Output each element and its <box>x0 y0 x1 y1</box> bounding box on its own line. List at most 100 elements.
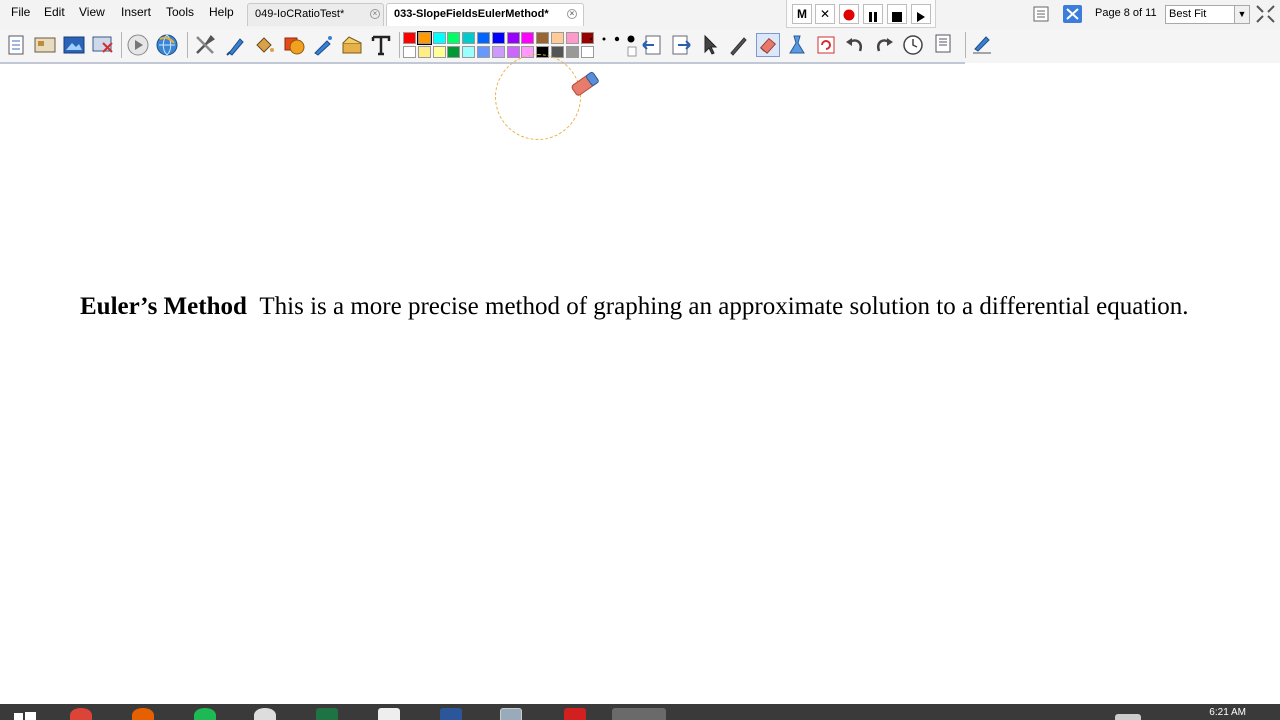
pen-size-icon[interactable] <box>586 34 638 58</box>
color-swatch[interactable] <box>506 32 520 44</box>
zoom-value: Best Fit <box>1169 8 1207 20</box>
menu-help[interactable]: Help <box>209 5 234 19</box>
color-swatch[interactable] <box>403 32 416 44</box>
insert-picture-icon[interactable] <box>62 33 86 57</box>
color-swatch[interactable] <box>551 32 564 44</box>
tool-bar <box>0 29 1280 63</box>
menu-edit[interactable]: Edit <box>44 5 65 19</box>
lesson-text: Euler’s Method This is a more precise me… <box>80 291 1230 323</box>
recording-controls: M ✕ <box>786 0 936 28</box>
close-icon[interactable]: × <box>370 9 380 19</box>
zoom-select[interactable]: Best Fit ▼ <box>1165 5 1250 24</box>
undo-icon[interactable] <box>843 33 867 57</box>
eraser-tool-icon[interactable] <box>756 33 780 57</box>
tab-ioc-ratio-test[interactable]: 049-IoCRatioTest* × <box>247 3 384 26</box>
stop-button[interactable] <box>887 4 907 24</box>
play-button[interactable] <box>911 4 931 24</box>
color-swatch[interactable] <box>477 46 490 58</box>
pdf-icon[interactable] <box>564 708 586 720</box>
select-arrow-icon[interactable] <box>698 33 722 57</box>
color-swatch[interactable] <box>416 31 432 45</box>
color-swatch[interactable] <box>565 46 579 58</box>
menu-tools[interactable]: Tools <box>166 5 194 19</box>
shape-icon[interactable] <box>282 33 306 57</box>
word-icon[interactable] <box>440 708 462 720</box>
record-icon <box>843 9 855 21</box>
color-swatch[interactable] <box>462 32 476 44</box>
next-page-icon[interactable] <box>669 33 693 57</box>
redo-icon[interactable] <box>872 33 896 57</box>
taskbar-clock[interactable]: 6:21 AM <box>1209 707 1246 718</box>
color-swatch[interactable] <box>565 32 579 44</box>
pause-button[interactable] <box>863 4 883 24</box>
fullscreen-icon[interactable] <box>1063 5 1082 23</box>
app-icon[interactable] <box>254 708 276 720</box>
toolbar-divider <box>399 32 400 58</box>
cancel-recording-button[interactable]: ✕ <box>815 4 835 24</box>
play-icon <box>917 12 925 22</box>
page-sorter-icon[interactable] <box>1033 6 1049 22</box>
page-indicator: Page 8 of 11 <box>1095 7 1157 19</box>
spotify-icon[interactable] <box>194 708 216 720</box>
record-button[interactable] <box>839 4 859 24</box>
window-app-icon[interactable] <box>500 708 522 720</box>
color-swatch[interactable] <box>447 32 461 44</box>
menu-insert[interactable]: Insert <box>121 5 151 19</box>
color-swatch[interactable] <box>432 46 446 58</box>
section-heading: Euler’s Method <box>80 293 247 320</box>
prev-page-icon[interactable] <box>640 33 664 57</box>
color-swatch[interactable] <box>403 46 416 58</box>
excel-icon[interactable] <box>316 708 338 720</box>
os-taskbar: 6:21 AM <box>0 704 1280 720</box>
color-swatch[interactable] <box>491 46 505 58</box>
text-tool-icon[interactable] <box>369 33 393 57</box>
tab-slope-fields-euler[interactable]: 033-SlopeFieldsEulerMethod* × <box>386 3 584 26</box>
notes-icon[interactable] <box>931 33 955 57</box>
whiteboard-canvas[interactable]: Euler’s Method This is a more precise me… <box>0 64 1280 704</box>
pause-icon <box>869 12 877 22</box>
pen-icon[interactable] <box>311 33 335 57</box>
tools-icon[interactable] <box>193 33 217 57</box>
toolbar-divider <box>187 32 188 58</box>
keyboard-icon[interactable] <box>1115 714 1141 720</box>
toolbar-divider <box>121 32 122 58</box>
color-swatch[interactable] <box>462 46 476 58</box>
insert-image-icon[interactable] <box>33 33 57 57</box>
active-app-icon[interactable] <box>612 708 666 720</box>
close-icon[interactable]: × <box>567 9 577 19</box>
clear-icon[interactable] <box>785 33 809 57</box>
section-body: This is a more precise method of graphin… <box>259 293 1189 320</box>
windows-start-icon[interactable] <box>14 710 36 720</box>
color-swatch[interactable] <box>521 32 535 44</box>
color-swatch[interactable] <box>491 32 505 44</box>
mic-button[interactable]: M <box>792 4 812 24</box>
color-swatch[interactable] <box>432 32 446 44</box>
refresh-icon[interactable] <box>814 33 838 57</box>
screen-capture-icon[interactable] <box>91 33 115 57</box>
color-swatch[interactable] <box>477 32 490 44</box>
pencil-icon[interactable] <box>727 33 751 57</box>
chrome-icon[interactable] <box>70 708 92 720</box>
toolbar-divider <box>965 32 966 58</box>
menu-bar: File Edit View Insert Tools Help 049-IoC… <box>0 0 1280 29</box>
firefox-icon[interactable] <box>132 708 154 720</box>
stamp-icon[interactable] <box>340 33 364 57</box>
highlighter-icon[interactable] <box>223 33 247 57</box>
timer-icon[interactable] <box>901 33 925 57</box>
tab-label: 049-IoCRatioTest* <box>255 8 345 20</box>
color-swatch[interactable] <box>417 46 431 58</box>
play-icon[interactable] <box>126 33 150 57</box>
menu-view[interactable]: View <box>79 5 105 19</box>
new-page-icon[interactable] <box>4 33 28 57</box>
formula-app-icon[interactable] <box>378 708 400 720</box>
color-swatch[interactable] <box>506 46 520 58</box>
signature-icon[interactable] <box>970 33 994 57</box>
web-browser-icon[interactable] <box>155 33 179 57</box>
fill-bucket-icon[interactable] <box>252 33 276 57</box>
collapse-toolbar-icon[interactable] <box>1255 4 1276 24</box>
tab-label: 033-SlopeFieldsEulerMethod* <box>394 8 549 20</box>
color-swatch[interactable] <box>447 46 461 58</box>
menu-file[interactable]: File <box>11 5 30 19</box>
chevron-down-icon[interactable]: ▼ <box>1234 6 1249 23</box>
color-swatch[interactable] <box>536 32 550 44</box>
